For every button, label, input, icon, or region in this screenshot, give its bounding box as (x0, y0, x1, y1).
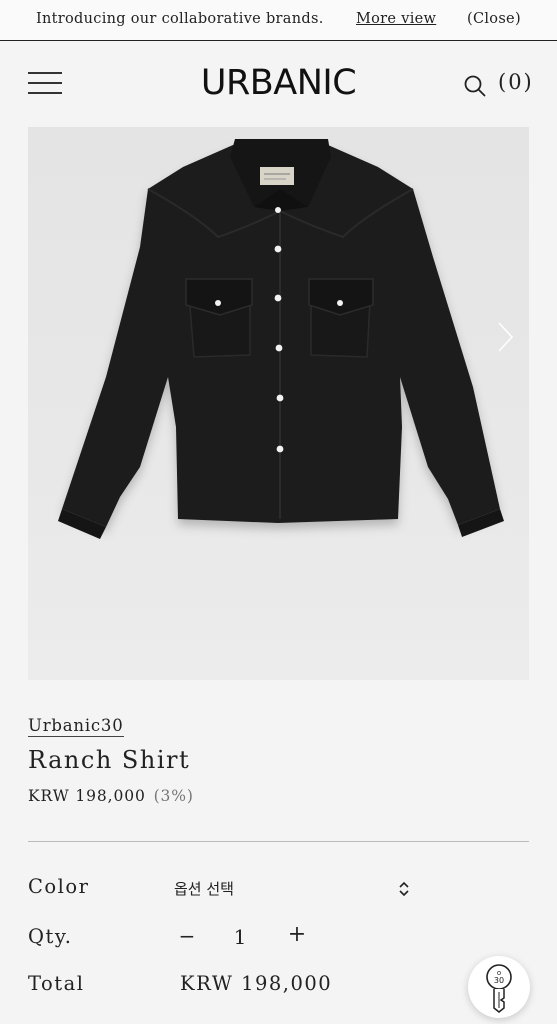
color-select-value: 옵션 선택 (174, 880, 234, 898)
product-price: KRW 198,000 (28, 787, 146, 805)
product-image[interactable] (28, 127, 529, 680)
more-view-link[interactable]: More view (356, 11, 436, 27)
shirt-image (58, 139, 504, 539)
brand-link[interactable]: Urbanic30 (28, 716, 124, 737)
chevron-right-icon[interactable] (494, 317, 518, 357)
discount-badge: (3%) (153, 787, 194, 805)
color-label: Color (28, 875, 90, 898)
cart-count-button[interactable]: (0) (498, 70, 534, 94)
total-value: KRW 198,000 (180, 972, 333, 995)
search-icon[interactable] (463, 74, 487, 98)
qty-value[interactable]: 1 (233, 925, 247, 949)
announcement-text: Introducing our collaborative brands. (36, 11, 324, 27)
qty-label: Qty. (28, 925, 73, 948)
divider (28, 841, 529, 842)
product-title: Ranch Shirt (28, 746, 191, 774)
price-line: KRW 198,000 (3%) (28, 787, 194, 805)
total-label: Total (28, 972, 85, 995)
announcement-bar: Introducing our collaborative brands. Mo… (0, 0, 557, 41)
select-arrows-icon (399, 881, 409, 897)
key-badge-text: 30 (494, 976, 504, 985)
close-announcement-link[interactable]: (Close) (467, 11, 521, 27)
color-select[interactable]: 옵션 선택 (174, 874, 410, 902)
qty-increase-button[interactable]: + (287, 922, 307, 947)
qty-decrease-button[interactable]: − (177, 924, 197, 948)
floating-key-button[interactable]: o 30 (468, 956, 530, 1018)
site-header: URBANIC (0) (0, 42, 557, 126)
key-icon: o 30 (486, 964, 512, 1013)
